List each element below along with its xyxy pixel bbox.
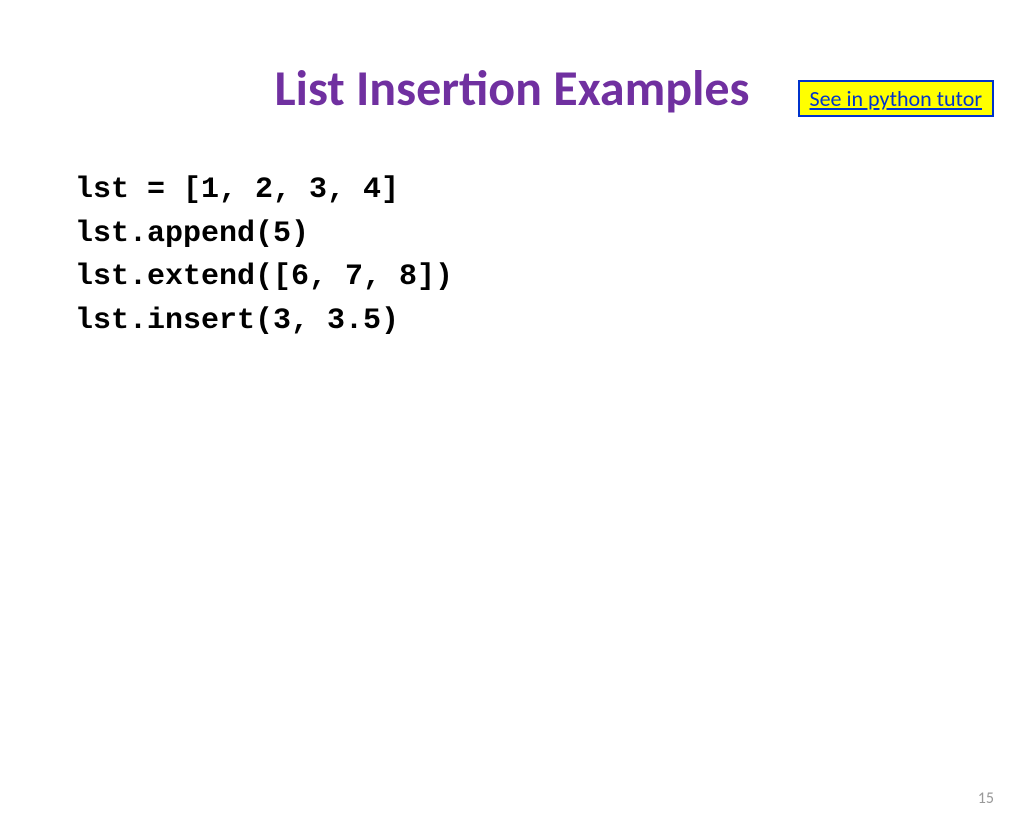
page-number: 15 [978,789,994,808]
python-tutor-link[interactable]: See in python tutor [798,80,995,117]
code-block: lst = [1, 2, 3, 4] lst.append(5) lst.ext… [75,169,1024,343]
code-line: lst.insert(3, 3.5) [75,300,1024,344]
code-line: lst.extend([6, 7, 8]) [75,256,1024,300]
code-line: lst = [1, 2, 3, 4] [75,169,1024,213]
code-line: lst.append(5) [75,213,1024,257]
